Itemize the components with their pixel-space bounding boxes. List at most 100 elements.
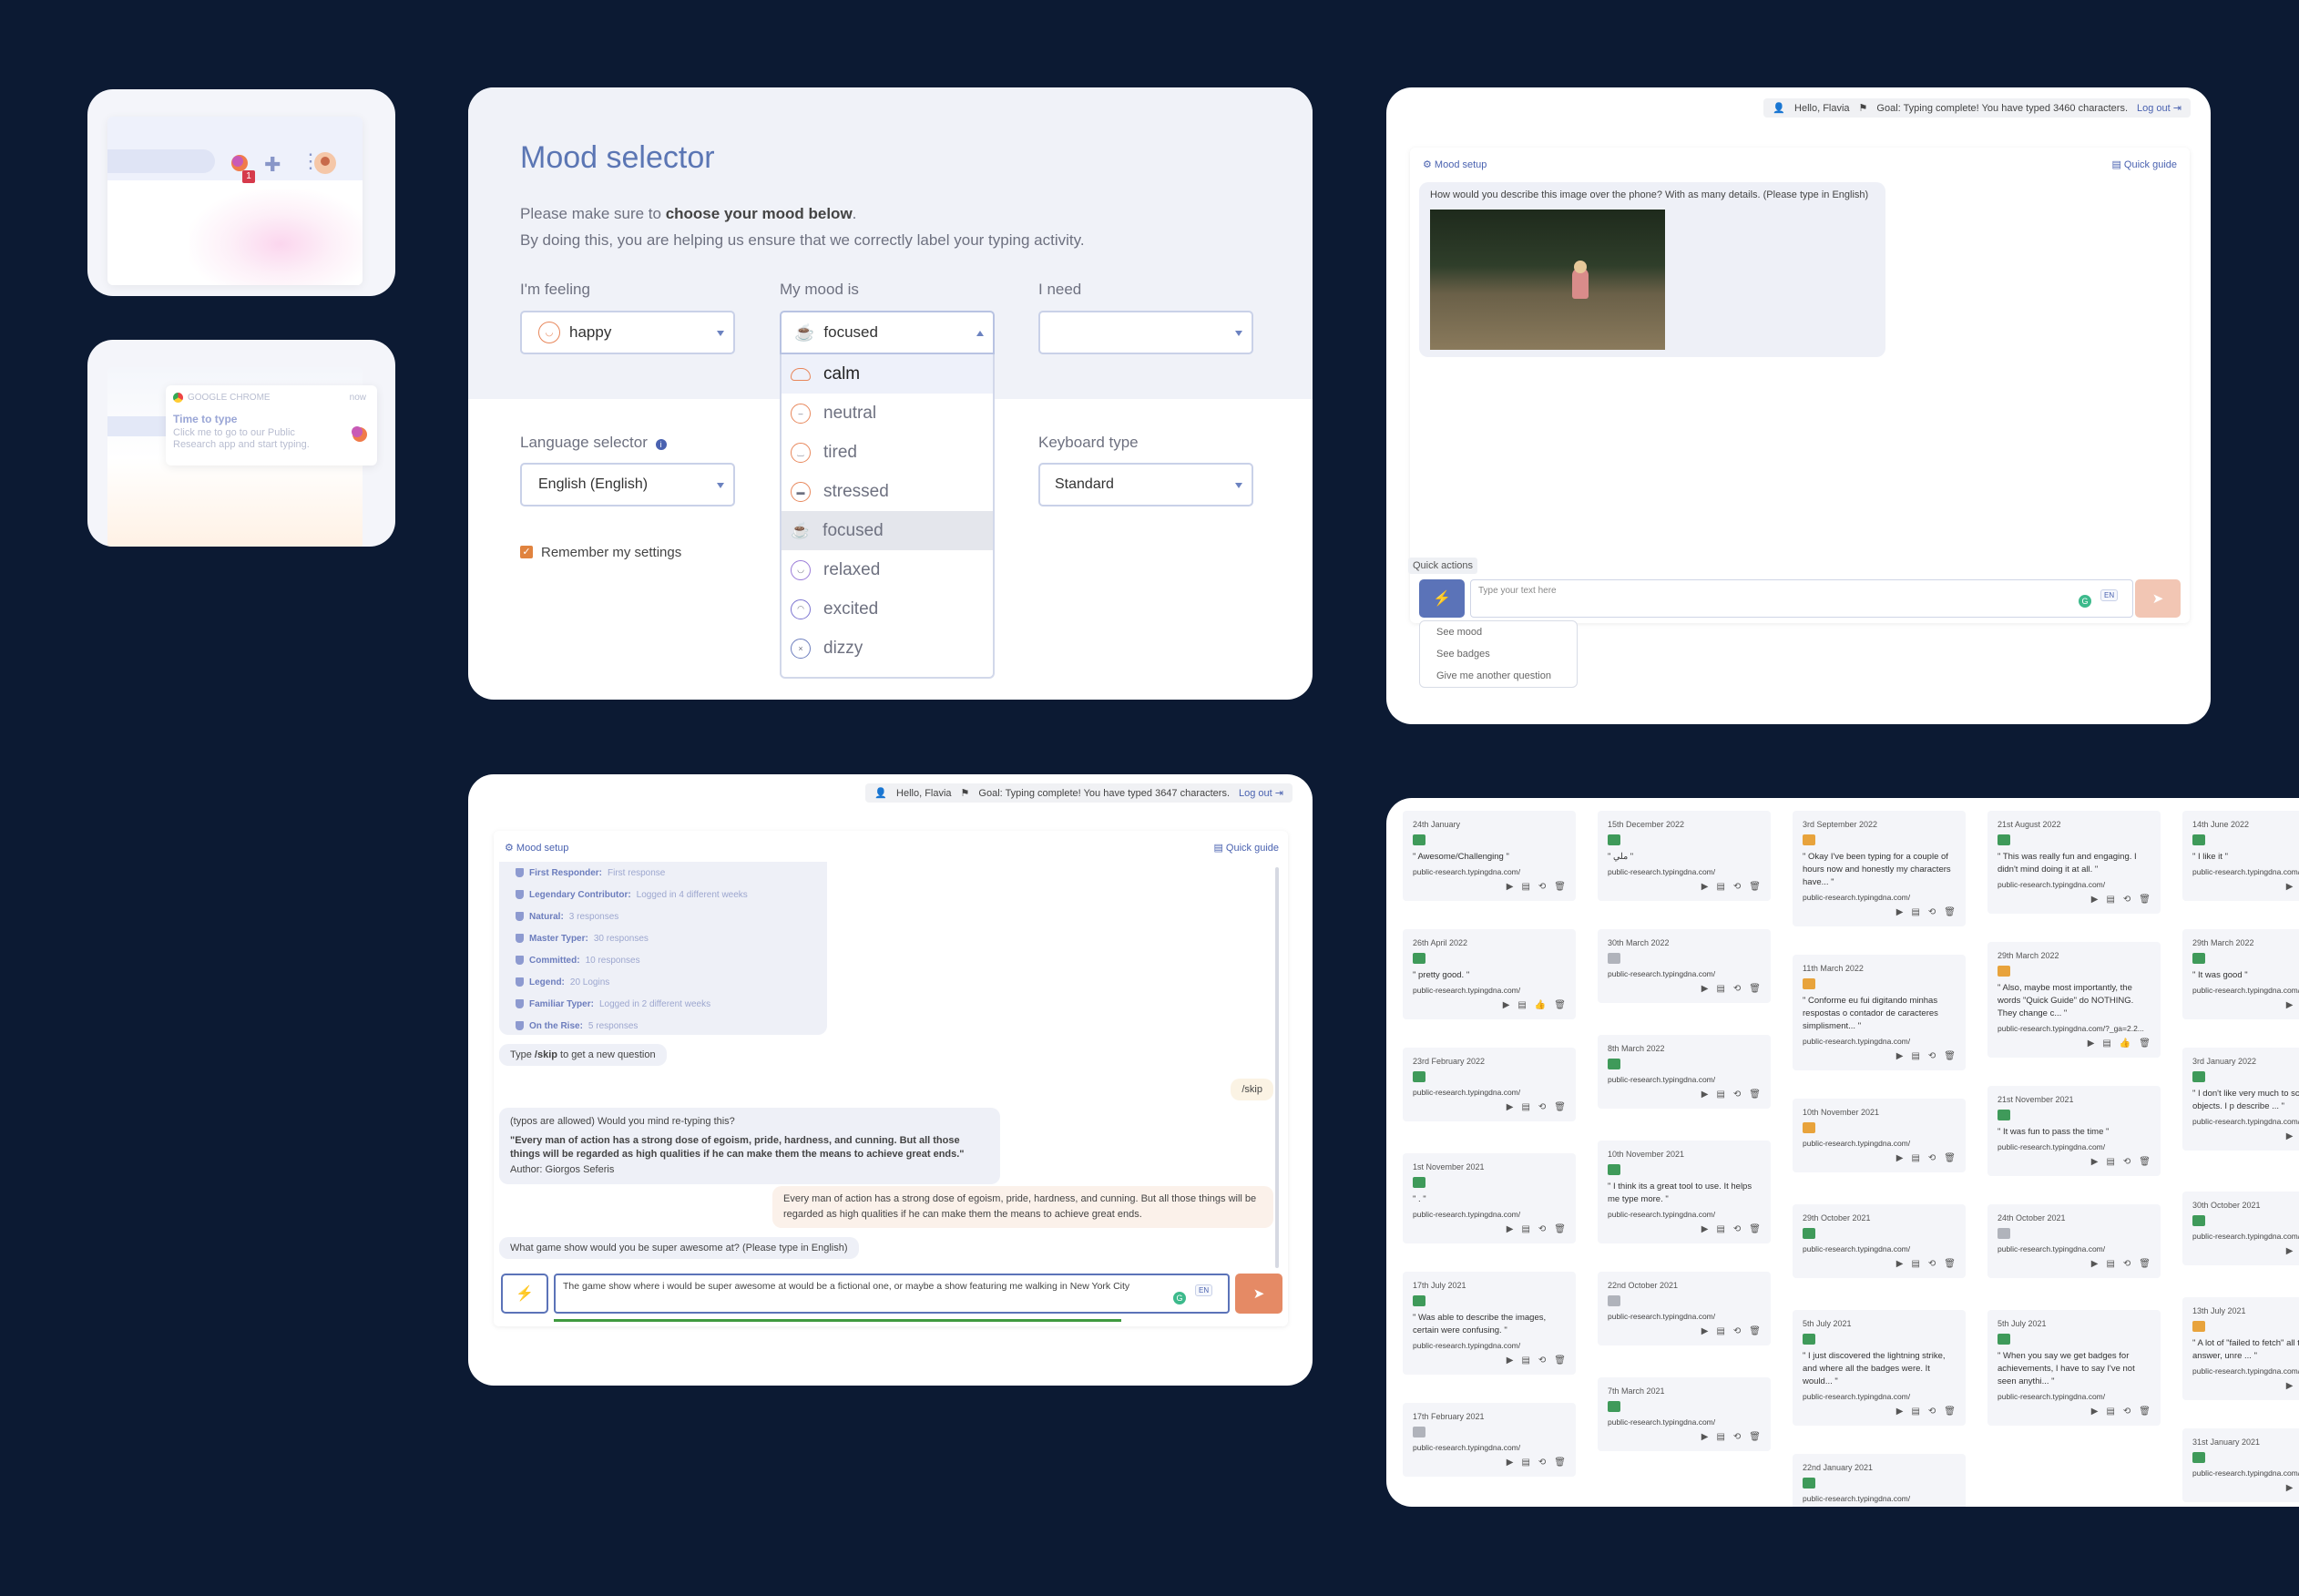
play-icon[interactable]: ▶ (1701, 1224, 1709, 1234)
trash-icon[interactable]: 🗑 (1554, 1102, 1566, 1112)
trash-icon[interactable]: 🗑 (2139, 895, 2151, 905)
play-icon[interactable]: ▶ (1701, 984, 1709, 994)
message-input[interactable]: The game show where i would be super awe… (554, 1274, 1230, 1314)
share-icon[interactable]: ⟲ (1538, 1102, 1546, 1112)
share-icon[interactable]: ⟲ (2123, 1259, 2130, 1269)
share-icon[interactable]: ⟲ (1733, 984, 1741, 994)
mood-select[interactable]: ☕ focused (780, 311, 995, 354)
trash-icon[interactable]: 🗑 (1749, 984, 1761, 994)
play-icon[interactable]: ▶ (1507, 1224, 1514, 1234)
need-select[interactable] (1038, 311, 1253, 354)
grammarly-icon[interactable]: G (2079, 595, 2091, 608)
play-icon[interactable]: ▶ (2091, 1407, 2099, 1417)
grammarly-icon[interactable]: G (1173, 1292, 1186, 1304)
trash-icon[interactable]: 🗑 (2139, 1407, 2151, 1417)
share-icon[interactable]: ⟲ (1538, 1356, 1546, 1366)
menu-see-mood[interactable]: See mood (1420, 621, 1577, 643)
thumbs-up-icon[interactable]: 👍 (1535, 1000, 1546, 1010)
trash-icon[interactable]: 🗑 (1749, 882, 1761, 892)
send-icon[interactable]: ➤ (1235, 1274, 1282, 1314)
play-icon[interactable]: ▶ (1701, 1432, 1709, 1442)
share-icon[interactable]: ⟲ (1928, 1153, 1936, 1163)
comment-icon[interactable]: ▤ (2106, 1259, 2114, 1269)
play-icon[interactable]: ▶ (1507, 1102, 1514, 1112)
mood-option-excited[interactable]: ◠ excited (782, 589, 993, 629)
play-icon[interactable]: ▶ (1507, 1356, 1514, 1366)
quick-guide-link[interactable]: ▤ Quick guide (2111, 159, 2177, 170)
share-icon[interactable]: ⟲ (1928, 907, 1936, 917)
play-icon[interactable]: ▶ (2088, 1038, 2095, 1049)
lightning-icon[interactable]: ⚡ (1419, 579, 1465, 618)
comment-icon[interactable]: ▤ (1521, 1356, 1529, 1366)
comment-icon[interactable]: ▤ (2106, 1407, 2114, 1417)
play-icon[interactable]: ▶ (2286, 1000, 2294, 1010)
feeling-select[interactable]: ◡ happy (520, 311, 735, 354)
trash-icon[interactable]: 🗑 (1749, 1326, 1761, 1336)
share-icon[interactable]: ⟲ (1733, 1090, 1741, 1100)
comment-icon[interactable]: ▤ (2102, 1038, 2110, 1049)
play-icon[interactable]: ▶ (2286, 882, 2294, 892)
trash-icon[interactable]: 🗑 (1554, 1458, 1566, 1468)
quick-guide-link[interactable]: ▤ Quick guide (1213, 842, 1279, 854)
share-icon[interactable]: ⟲ (1733, 1432, 1741, 1442)
comment-icon[interactable]: ▤ (1911, 1153, 1919, 1163)
mood-option-tired[interactable]: ‿ tired (782, 433, 993, 472)
trash-icon[interactable]: 🗑 (1944, 1259, 1956, 1269)
language-badge[interactable]: EN (2100, 589, 2119, 601)
comment-icon[interactable]: ▤ (2106, 1157, 2114, 1167)
logout-link[interactable]: Log out ⇥ (2137, 102, 2181, 114)
share-icon[interactable]: ⟲ (1733, 1224, 1741, 1234)
comment-icon[interactable]: ▤ (1521, 1458, 1529, 1468)
comment-icon[interactable]: ▤ (1911, 907, 1919, 917)
play-icon[interactable]: ▶ (1896, 1259, 1904, 1269)
comment-icon[interactable]: ▤ (1716, 882, 1724, 892)
trash-icon[interactable]: 🗑 (1749, 1432, 1761, 1442)
trash-icon[interactable]: 🗑 (1554, 1224, 1566, 1234)
trash-icon[interactable]: 🗑 (1944, 1407, 1956, 1417)
comment-icon[interactable]: ▤ (1521, 1224, 1529, 1234)
mood-option-focused[interactable]: ☕ focused (782, 511, 993, 550)
lightning-icon[interactable]: ⚡ (501, 1274, 548, 1314)
trash-icon[interactable]: 🗑 (1554, 1000, 1566, 1010)
trash-icon[interactable]: 🗑 (1944, 1051, 1956, 1061)
message-input[interactable]: Type your text here (1470, 579, 2133, 618)
info-icon[interactable]: i (655, 439, 667, 450)
mood-option-calm[interactable]: calm (782, 354, 993, 394)
play-icon[interactable]: ▶ (1507, 882, 1514, 892)
comment-icon[interactable]: ▤ (1521, 882, 1529, 892)
play-icon[interactable]: ▶ (1507, 1458, 1514, 1468)
play-icon[interactable]: ▶ (1701, 882, 1709, 892)
play-icon[interactable]: ▶ (2091, 895, 2099, 905)
play-icon[interactable]: ▶ (2091, 1259, 2099, 1269)
mood-option-neutral[interactable]: – neutral (782, 394, 993, 433)
play-icon[interactable]: ▶ (1896, 907, 1904, 917)
trash-icon[interactable]: 🗑 (2139, 1157, 2151, 1167)
share-icon[interactable]: ⟲ (1928, 1407, 1936, 1417)
comment-icon[interactable]: ▤ (1716, 1224, 1724, 1234)
play-icon[interactable]: ▶ (2286, 1131, 2294, 1141)
trash-icon[interactable]: 🗑 (1944, 1153, 1956, 1163)
language-select[interactable]: English (English) (520, 463, 735, 506)
trash-icon[interactable]: 🗑 (2139, 1259, 2151, 1269)
play-icon[interactable]: ▶ (2286, 1246, 2294, 1256)
play-icon[interactable]: ▶ (1896, 1051, 1904, 1061)
comment-icon[interactable]: ▤ (1911, 1259, 1919, 1269)
send-icon[interactable]: ➤ (2135, 579, 2181, 618)
comment-icon[interactable]: ▤ (1716, 984, 1724, 994)
logout-link[interactable]: Log out ⇥ (1239, 787, 1283, 799)
play-icon[interactable]: ▶ (2286, 1483, 2294, 1493)
share-icon[interactable]: ⟲ (1733, 882, 1741, 892)
puzzle-icon[interactable]: ✚ (264, 153, 281, 177)
comment-icon[interactable]: ▤ (1716, 1090, 1724, 1100)
share-icon[interactable]: ⟲ (1538, 882, 1546, 892)
play-icon[interactable]: ▶ (1896, 1407, 1904, 1417)
trash-icon[interactable]: 🗑 (1749, 1090, 1761, 1100)
comment-icon[interactable]: ▤ (1911, 1407, 1919, 1417)
play-icon[interactable]: ▶ (1701, 1090, 1709, 1100)
scrollbar[interactable] (1275, 867, 1279, 1268)
mood-setup-link[interactable]: ⚙ Mood setup (505, 842, 568, 854)
share-icon[interactable]: ⟲ (2123, 1157, 2130, 1167)
profile-avatar[interactable] (313, 151, 337, 180)
trash-icon[interactable]: 🗑 (1554, 882, 1566, 892)
trash-icon[interactable]: 🗑 (1749, 1224, 1761, 1234)
